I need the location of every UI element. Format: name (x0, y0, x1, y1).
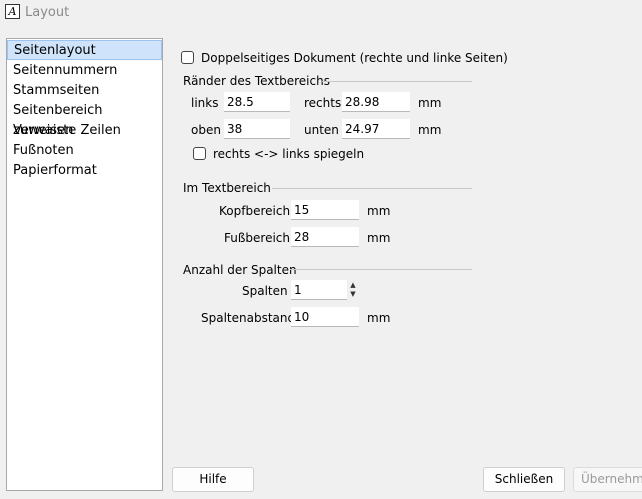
apply-button[interactable]: Übernehmen (573, 467, 642, 492)
close-button[interactable]: Schließen (483, 467, 565, 492)
margin-unit-row1: mm (418, 96, 442, 110)
mirror-margins-checkbox[interactable] (193, 147, 206, 160)
header-area-unit: mm (367, 204, 391, 218)
sidebar-item-seitennummern[interactable]: Seitennummern (7, 61, 162, 81)
columns-count-input[interactable]: 1 (291, 280, 347, 300)
columns-count-label: Spalten (242, 284, 288, 298)
column-gap-label: Spaltenabstand (201, 311, 296, 325)
sidebar-item-seitenlayout[interactable]: Seitenlayout (7, 40, 162, 60)
margin-bottom-input[interactable]: 24.97 (342, 119, 410, 139)
columns-group-title: Anzahl der Spalten (183, 263, 297, 277)
footer-area-input[interactable]: 28 (291, 227, 359, 247)
category-list[interactable]: Seitenlayout Seitennummern Stammseiten S… (6, 38, 163, 491)
header-area-input[interactable]: 15 (291, 200, 359, 220)
sidebar-item-fussnoten[interactable]: Fußnoten (7, 141, 162, 161)
double-sided-label: Doppelseitiges Dokument (rechte und link… (201, 51, 508, 65)
margins-group-divider (322, 81, 472, 82)
sidebar-item-seitenbereich[interactable]: Seitenbereich zuweisen (7, 101, 162, 138)
title-bar: A Layout (0, 0, 642, 26)
help-button[interactable]: Hilfe (172, 467, 254, 492)
footer-area-label: Fußbereich (224, 231, 290, 245)
margins-group-title: Ränder des Textbereichs (183, 74, 330, 88)
margin-unit-row2: mm (418, 123, 442, 137)
sidebar-item-verwaiste-zeilen[interactable]: Verwaiste Zeilen (7, 121, 162, 141)
columns-group-divider (290, 269, 472, 270)
margin-bottom-label: unten (304, 123, 339, 137)
footer-area-unit: mm (367, 231, 391, 245)
header-area-label: Kopfbereich (219, 204, 291, 218)
margin-left-label: links (191, 96, 219, 110)
columns-spinner[interactable]: ▲ ▼ (347, 280, 359, 300)
window-title: Layout (25, 5, 70, 20)
margin-right-label: rechts (304, 96, 342, 110)
column-gap-unit: mm (367, 311, 391, 325)
margin-top-label: oben (191, 123, 221, 137)
margin-left-input[interactable]: 28.5 (224, 92, 290, 112)
column-gap-input[interactable]: 10 (291, 307, 359, 327)
sidebar-item-papierformat[interactable]: Papierformat (7, 161, 162, 181)
text-area-group-divider (272, 188, 472, 189)
app-logo-icon: A (5, 4, 20, 19)
sidebar-item-stammseiten[interactable]: Stammseiten (7, 81, 162, 101)
spin-down-icon[interactable]: ▼ (347, 290, 359, 299)
double-sided-checkbox[interactable] (181, 51, 194, 64)
text-area-group-title: Im Textbereich (183, 181, 271, 195)
margin-right-input[interactable]: 28.98 (342, 92, 410, 112)
spin-up-icon[interactable]: ▲ (347, 281, 359, 290)
margin-top-input[interactable]: 38 (224, 119, 290, 139)
mirror-margins-label: rechts <-> links spiegeln (213, 147, 365, 161)
